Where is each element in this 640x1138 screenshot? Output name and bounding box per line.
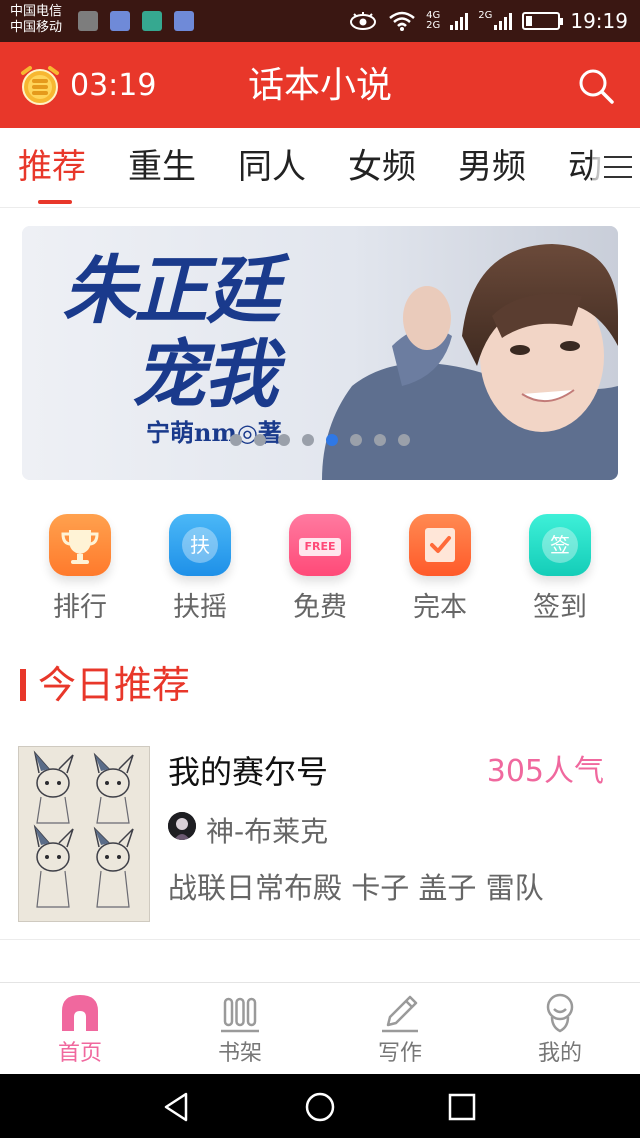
- status-bar: 中国电信 中国移动 4G 2G 2G 19:19: [0, 0, 640, 42]
- timer-text: 03:19: [70, 68, 157, 103]
- carousel-dot: [398, 434, 410, 446]
- quick-fuyao-label: 扶摇: [173, 592, 227, 623]
- nav-write-label: 写作: [377, 1041, 422, 1066]
- nav-profile-label: 我的: [537, 1041, 582, 1066]
- baidu-notification-icon-2: [174, 11, 194, 31]
- nav-bookshelf-label: 书架: [217, 1041, 262, 1066]
- quick-checkin[interactable]: 签 签到: [510, 514, 610, 624]
- signal-bars-2: [494, 12, 513, 30]
- carousel-dot-active: [326, 434, 338, 446]
- carousel-dot: [230, 434, 242, 446]
- banner-title-2: 宠我: [132, 332, 278, 418]
- carrier-1: 中国电信: [10, 4, 63, 19]
- active-tab-indicator: [38, 200, 72, 204]
- menu-icon[interactable]: [592, 140, 640, 194]
- carousel-dot: [350, 434, 362, 446]
- complete-check-icon: [409, 514, 471, 576]
- home-circle-icon[interactable]: [303, 1090, 337, 1124]
- quick-free-label: 免费: [293, 592, 347, 623]
- bookshelf-icon: [218, 991, 262, 1035]
- tab-fanfic[interactable]: 同人: [238, 146, 306, 188]
- network-type: 4G 2G: [426, 11, 440, 31]
- checkin-icon: 签: [529, 514, 591, 576]
- search-icon[interactable]: [576, 66, 616, 106]
- quick-checkin-label: 签到: [533, 592, 587, 623]
- quick-fuyao[interactable]: 扶 扶摇: [150, 514, 250, 624]
- signal-bars-1: [450, 12, 469, 30]
- shield-notification-icon: [142, 11, 162, 31]
- free-icon: FREE: [289, 514, 351, 576]
- wifi-icon: [389, 11, 415, 31]
- network-type-2: 2G: [478, 11, 492, 31]
- quick-rank[interactable]: 排行: [30, 514, 130, 624]
- author-name: 神-布莱克: [206, 815, 329, 848]
- book-cover-image: [19, 747, 149, 921]
- alarm-clock-coins-icon[interactable]: [18, 64, 62, 108]
- carrier-info: 中国电信 中国移动: [10, 4, 62, 36]
- network-bottom: 2G: [426, 20, 441, 31]
- recents-square-icon[interactable]: [445, 1090, 479, 1124]
- nav-profile[interactable]: 我的: [500, 991, 620, 1069]
- system-navigation-bar: [0, 1074, 640, 1138]
- checkin-glyph: 签: [542, 527, 578, 563]
- baidu-notification-icon: [110, 11, 130, 31]
- quick-free[interactable]: FREE 免费: [270, 514, 370, 624]
- book-tags: 战联日常布殿 卡子 盖子 雷队: [168, 871, 544, 905]
- category-tabs: 推荐 重生 同人 女频 男频 动: [0, 128, 640, 208]
- trophy-icon: [49, 514, 111, 576]
- carousel-dot: [278, 434, 290, 446]
- book-popularity: 305人气: [486, 754, 604, 789]
- bottom-navigation: 首页 书架 写作 我的: [0, 982, 640, 1074]
- pen-icon: [378, 991, 422, 1035]
- section-header: 今日推荐: [20, 660, 190, 710]
- section-title: 今日推荐: [38, 663, 191, 707]
- eye-comfort-icon: [350, 12, 377, 30]
- nav-home[interactable]: 首页: [20, 991, 140, 1069]
- carousel-dot: [254, 434, 266, 446]
- banner-title-1: 朱正廷: [62, 248, 280, 334]
- gallery-notification-icon: [78, 11, 98, 31]
- battery-icon: [522, 12, 564, 30]
- quick-complete-label: 完本: [413, 592, 467, 623]
- section-accent-bar: [20, 669, 26, 701]
- promo-banner[interactable]: 朱正廷 宠我 宁萌nm◎著: [22, 226, 618, 480]
- book-list-item[interactable]: 我的赛尔号 305人气 神-布莱克 战联日常布殿 卡子 盖子 雷队: [0, 740, 640, 940]
- home-icon: [58, 991, 102, 1035]
- nav-write[interactable]: 写作: [340, 991, 460, 1069]
- fuyao-icon: 扶: [169, 514, 231, 576]
- quick-rank-label: 排行: [53, 592, 107, 623]
- app-bar: 03:19 话本小说: [0, 42, 640, 128]
- tab-recommend[interactable]: 推荐: [18, 146, 86, 188]
- back-triangle-icon[interactable]: [160, 1090, 194, 1124]
- tab-male[interactable]: 男频: [458, 146, 526, 188]
- clock: 19:19: [570, 9, 628, 33]
- quick-entries: 排行 扶 扶摇 FREE 免费 完本 签 签到: [0, 514, 640, 634]
- fuyao-glyph: 扶: [182, 527, 218, 563]
- tab-rebirth[interactable]: 重生: [128, 146, 196, 188]
- book-title: 我的赛尔号: [168, 753, 329, 791]
- nav-bookshelf[interactable]: 书架: [180, 991, 300, 1069]
- tab-female[interactable]: 女频: [348, 146, 416, 188]
- nav-home-label: 首页: [57, 1041, 102, 1066]
- carousel-dot: [374, 434, 386, 446]
- carrier-2: 中国移动: [10, 20, 63, 35]
- quick-complete[interactable]: 完本: [390, 514, 490, 624]
- profile-icon: [538, 991, 582, 1035]
- carousel-dot: [302, 434, 314, 446]
- book-cover[interactable]: [18, 746, 150, 922]
- author-avatar: [168, 812, 196, 840]
- free-glyph: FREE: [299, 538, 341, 556]
- carousel-indicator: [230, 434, 410, 446]
